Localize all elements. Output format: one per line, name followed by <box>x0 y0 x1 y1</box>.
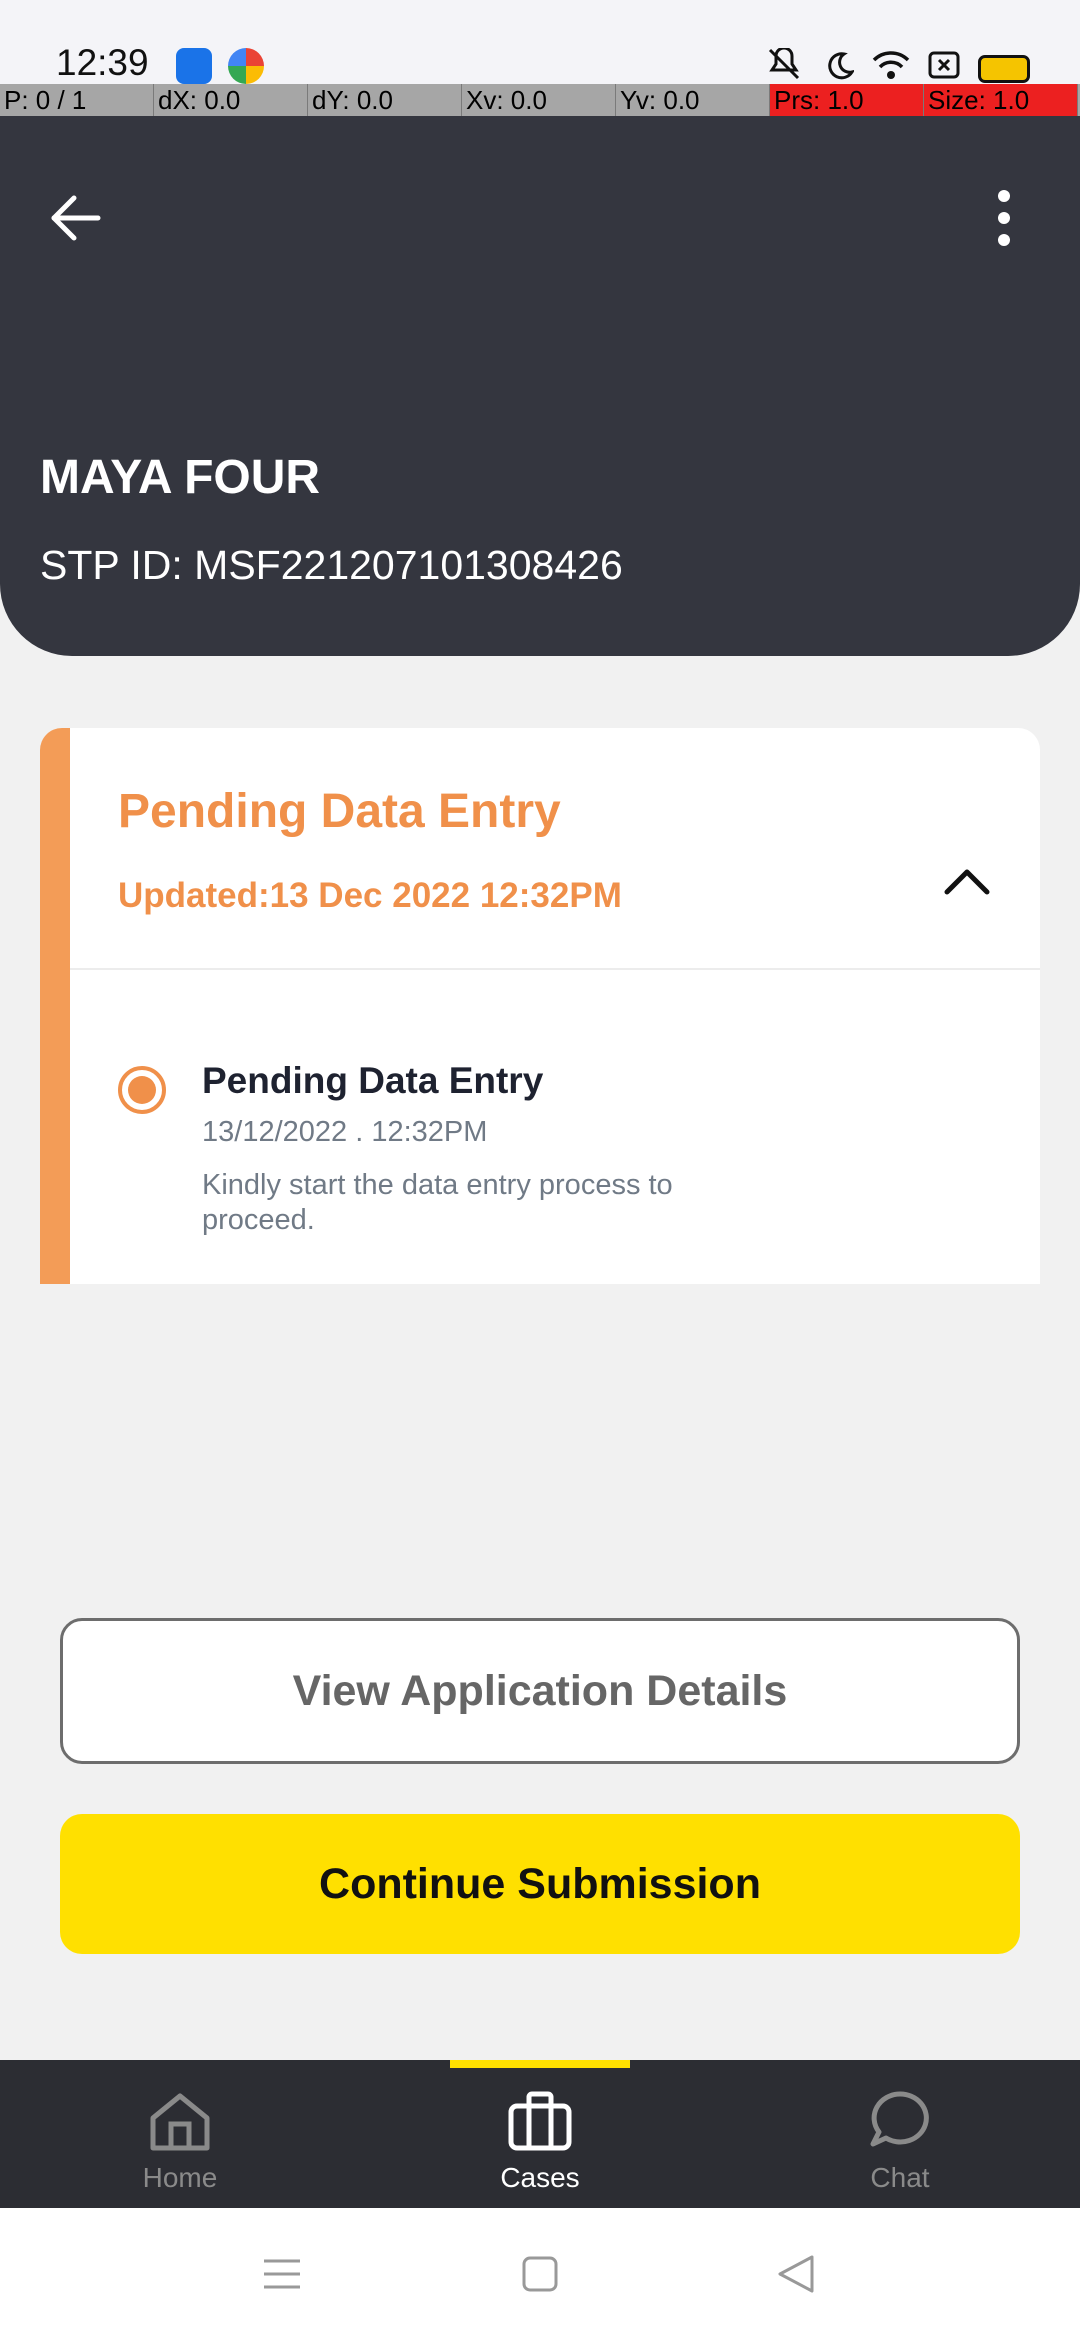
pointer-size: Size: 1.0 <box>924 84 1078 116</box>
pointer-yv: Yv: 0.0 <box>616 84 770 116</box>
chevron-up-icon <box>944 869 990 895</box>
pointer-dx: dX: 0.0 <box>154 84 308 116</box>
pointer-xv: Xv: 0.0 <box>462 84 616 116</box>
card-divider <box>70 968 1040 970</box>
system-back-button[interactable] <box>766 2244 826 2304</box>
customer-name: MAYA FOUR <box>40 451 321 504</box>
nav-label-cases: Cases <box>500 2162 580 2193</box>
status-time: 12:39 <box>56 42 149 83</box>
case-header: MAYA FOUR STP ID: MSF221207101308426 <box>0 116 1080 656</box>
briefcase-icon <box>508 2091 572 2151</box>
battery-icon <box>978 55 1030 83</box>
status-title: Pending Data Entry <box>118 785 561 838</box>
timeline-status-radio <box>118 1066 166 1114</box>
continue-submission-button[interactable]: Continue Submission <box>60 1814 1020 1954</box>
pointer-location-overlay: P: 0 / 1 dX: 0.0 dY: 0.0 Xv: 0.0 Yv: 0.0… <box>0 84 1080 116</box>
nav-item-cases[interactable]: Cases <box>440 2088 640 2194</box>
nav-label-home: Home <box>142 2162 218 2193</box>
wifi-icon <box>872 50 910 88</box>
status-card: Pending Data Entry Updated:13 Dec 2022 1… <box>40 728 1040 1284</box>
arrow-left-icon <box>51 195 101 241</box>
back-button[interactable] <box>40 182 112 254</box>
sim-icon <box>928 51 960 87</box>
status-bar: 12:39 <box>0 0 1080 84</box>
pointer-count: P: 0 / 1 <box>0 84 154 116</box>
more-vertical-icon <box>998 190 1010 246</box>
timeline-item-time: 13/12/2022 . 12:32PM <box>202 1116 488 1148</box>
system-nav-bar <box>0 2208 1080 2340</box>
collapse-button[interactable] <box>932 846 1002 916</box>
more-options-button[interactable] <box>968 182 1040 254</box>
bottom-nav: Home Cases Chat <box>0 2060 1080 2208</box>
status-accent-bar <box>40 728 70 1284</box>
chat-icon <box>870 2091 929 2147</box>
status-updated: Updated:13 Dec 2022 12:32PM <box>118 876 622 915</box>
square-icon <box>522 2256 558 2292</box>
nav-label-chat: Chat <box>870 2162 930 2193</box>
active-tab-indicator <box>450 2060 630 2068</box>
pointer-pressure: Prs: 1.0 <box>770 84 924 116</box>
android-app-icon <box>176 48 212 84</box>
triangle-back-icon <box>778 2255 814 2293</box>
view-application-details-button[interactable]: View Application Details <box>60 1618 1020 1764</box>
menu-icon <box>264 2259 300 2289</box>
pointer-dy: dY: 0.0 <box>308 84 462 116</box>
system-home-button[interactable] <box>510 2244 570 2304</box>
stp-id: STP ID: MSF221207101308426 <box>40 542 623 588</box>
timeline-item-description: Kindly start the data entry process to p… <box>202 1169 673 1236</box>
timeline-status-dot <box>128 1076 156 1104</box>
nav-item-home[interactable]: Home <box>80 2088 280 2194</box>
nav-item-chat[interactable]: Chat <box>800 2088 1000 2194</box>
system-menu-button[interactable] <box>252 2244 312 2304</box>
moon-icon <box>824 50 856 88</box>
browser-app-icon <box>228 48 264 84</box>
timeline-item-title: Pending Data Entry <box>202 1060 544 1101</box>
home-icon <box>150 2093 210 2151</box>
